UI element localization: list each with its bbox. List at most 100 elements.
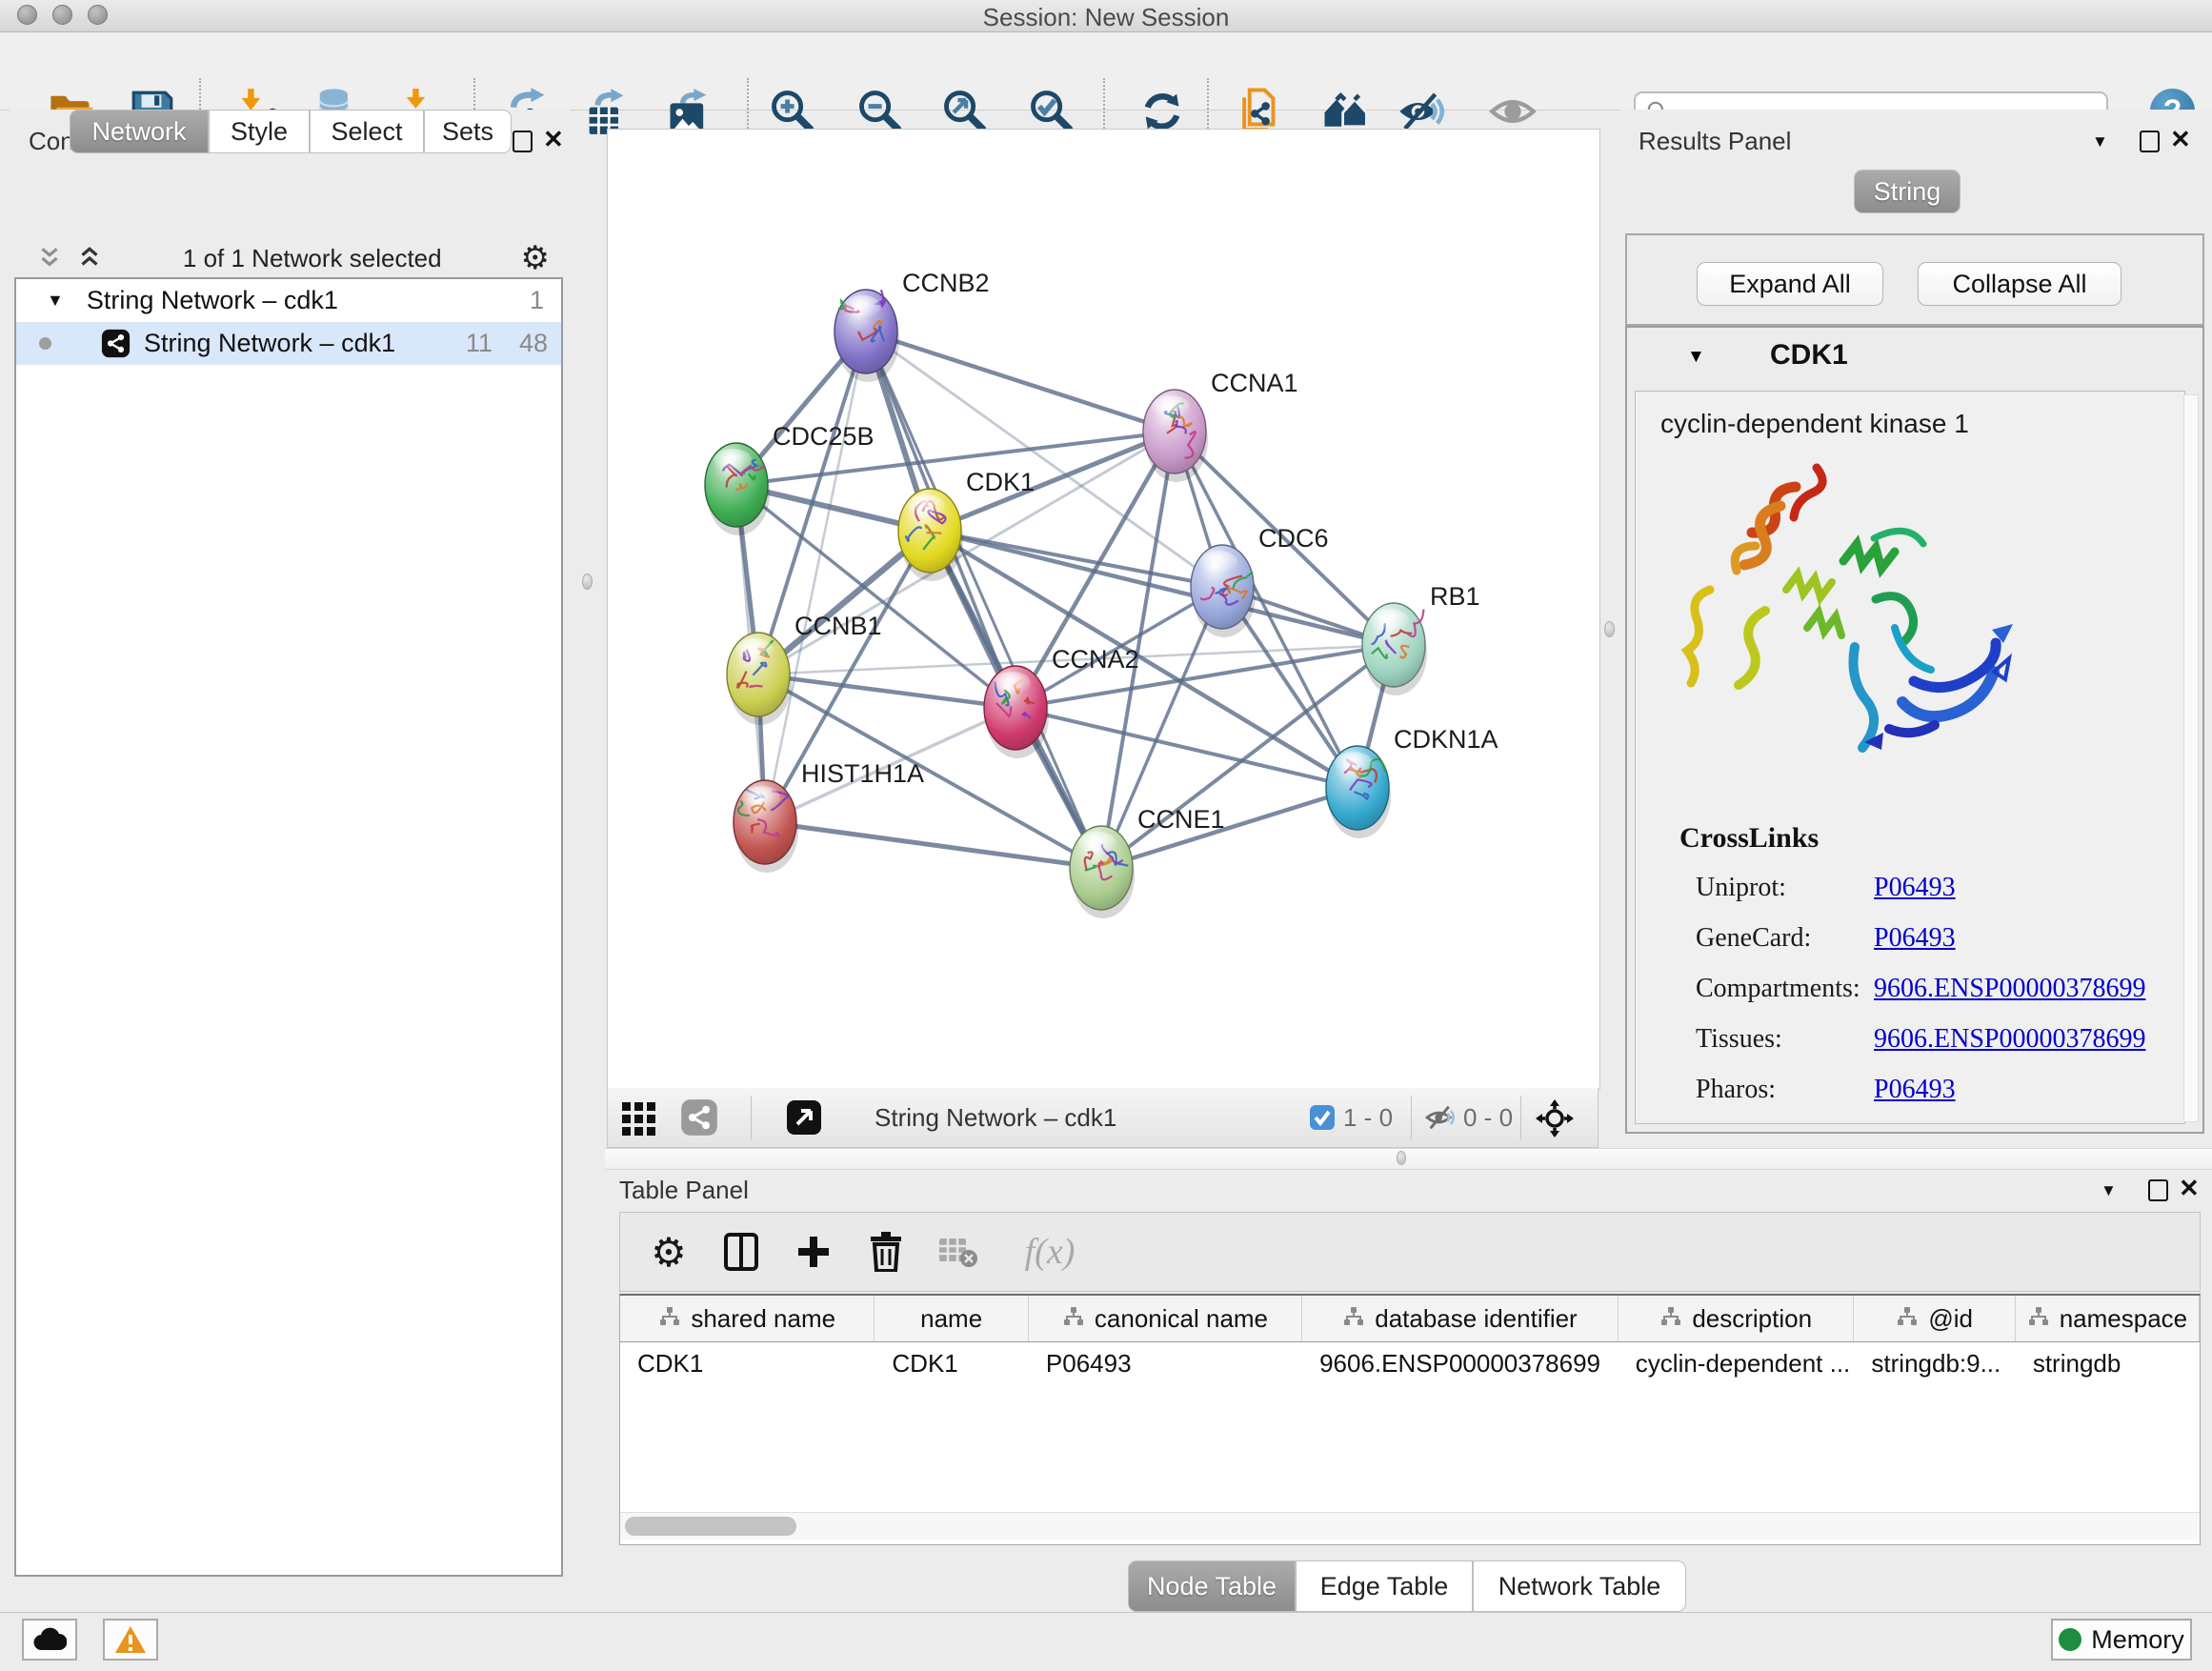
function-builder-icon: f(x) bbox=[1007, 1228, 1093, 1276]
network-graph[interactable]: CCNB2CCNA1CDC25BCDK1CDC6RB1CCNB1CCNA2CDK… bbox=[608, 130, 1599, 1089]
cloud-button[interactable] bbox=[22, 1619, 77, 1661]
collapse-protein-icon[interactable]: ▼ bbox=[1687, 347, 1705, 368]
results-scrollbar[interactable] bbox=[2183, 394, 2199, 1122]
close-panel-icon[interactable]: ✕ bbox=[543, 125, 564, 154]
network-node-cdc6[interactable] bbox=[1191, 545, 1256, 637]
network-node-ccna2[interactable] bbox=[984, 666, 1049, 758]
table-cell[interactable]: CDK1 bbox=[620, 1342, 875, 1384]
close-panel-icon[interactable]: ✕ bbox=[2170, 125, 2191, 154]
status-separator bbox=[1411, 1096, 1412, 1139]
table-cell[interactable]: stringdb bbox=[2016, 1342, 2200, 1384]
network-status-bar: String Network – cdk1 1 - 0 0 - 0 bbox=[607, 1088, 1599, 1148]
memory-status-icon bbox=[2059, 1628, 2081, 1651]
column-header-shared-name[interactable]: shared name bbox=[620, 1296, 875, 1341]
crosslink-link[interactable]: P06493 bbox=[1874, 1075, 1956, 1105]
panel-menu-icon[interactable]: ▼ bbox=[2092, 132, 2108, 151]
tab-string[interactable]: String bbox=[1854, 170, 1961, 213]
results-panel: Results Panel ▼ ✕ String Expand All Coll… bbox=[1619, 110, 2212, 1148]
tab-edge-table[interactable]: Edge Table bbox=[1296, 1560, 1473, 1612]
tab-sets[interactable]: Sets bbox=[424, 110, 512, 153]
column-header--id[interactable]: @id bbox=[1854, 1296, 2015, 1341]
gear-icon[interactable]: ⚙ bbox=[521, 239, 550, 277]
add-column-icon[interactable] bbox=[790, 1228, 837, 1276]
expand-all-icon[interactable] bbox=[75, 245, 104, 272]
float-panel-icon[interactable] bbox=[513, 131, 533, 152]
network-node-ccne1[interactable] bbox=[1070, 826, 1135, 918]
column-header-name[interactable]: name bbox=[875, 1296, 1028, 1341]
protein-name: CDK1 bbox=[1770, 339, 1848, 372]
network-canvas[interactable]: CCNB2CCNA1CDC25BCDK1CDC6RB1CCNB1CCNA2CDK… bbox=[607, 129, 1600, 1090]
column-header-description[interactable]: description bbox=[1619, 1296, 1855, 1341]
table-hscrollbar[interactable] bbox=[620, 1512, 2200, 1540]
network-status-dot bbox=[39, 337, 51, 350]
crosslink-link[interactable]: 9606.ENSP00000378699 bbox=[1874, 974, 2145, 1004]
memory-button[interactable]: Memory bbox=[2051, 1619, 2192, 1661]
table-cell[interactable]: cyclin-dependent ... bbox=[1619, 1342, 1855, 1384]
crosslinks-title: CrossLinks bbox=[1679, 822, 1819, 855]
node-label-cdk1: CDK1 bbox=[966, 468, 1035, 496]
crosslink-link[interactable]: P06493 bbox=[1874, 923, 1956, 954]
show-columns-icon[interactable] bbox=[717, 1228, 765, 1276]
column-header-canonical-name[interactable]: canonical name bbox=[1029, 1296, 1302, 1341]
table-cell[interactable]: CDK1 bbox=[875, 1342, 1029, 1384]
close-panel-icon[interactable]: ✕ bbox=[2179, 1174, 2200, 1203]
table-cell[interactable]: P06493 bbox=[1029, 1342, 1302, 1384]
collapse-row-icon[interactable]: ▼ bbox=[47, 291, 64, 311]
float-panel-icon[interactable] bbox=[2148, 1179, 2168, 1201]
node-label-hist1h1a: HIST1H1A bbox=[801, 759, 924, 788]
table-hscrollbar-thumb[interactable] bbox=[625, 1517, 796, 1536]
toolbar-separator bbox=[1207, 78, 1209, 131]
delete-column-icon[interactable] bbox=[862, 1228, 910, 1276]
results-button-box: Expand All Collapse All bbox=[1625, 233, 2204, 326]
table-row[interactable]: CDK1CDK1P064939606.ENSP00000378699cyclin… bbox=[620, 1342, 2200, 1384]
column-type-icon bbox=[2027, 1304, 2050, 1334]
collapse-all-button[interactable]: Collapse All bbox=[1918, 262, 2122, 306]
network-node-hist1h1a[interactable] bbox=[734, 780, 798, 873]
tab-node-table[interactable]: Node Table bbox=[1128, 1560, 1296, 1612]
table-gear-icon[interactable]: ⚙ bbox=[645, 1228, 693, 1276]
column-label: name bbox=[920, 1304, 982, 1334]
network-node-rb1[interactable] bbox=[1362, 603, 1427, 695]
crosslink-link[interactable]: P06493 bbox=[1874, 873, 1956, 903]
selected-checkbox-icon[interactable] bbox=[1309, 1104, 1336, 1136]
delete-table-icon bbox=[935, 1228, 982, 1276]
crosslink-link[interactable]: 9606.ENSP00000378699 bbox=[1874, 1024, 2145, 1055]
right-splitter-grip[interactable] bbox=[1604, 621, 1615, 637]
tab-select[interactable]: Select bbox=[310, 110, 424, 153]
panel-menu-icon[interactable]: ▼ bbox=[2101, 1181, 2117, 1200]
column-label: @id bbox=[1928, 1304, 1973, 1334]
table-cell[interactable]: 9606.ENSP00000378699 bbox=[1302, 1342, 1619, 1384]
table-cell[interactable]: stringdb:9... bbox=[1854, 1342, 2015, 1384]
network-row[interactable]: String Network – cdk1 11 48 bbox=[16, 322, 561, 365]
network-node-cdkn1a[interactable] bbox=[1326, 746, 1391, 838]
left-splitter-grip[interactable] bbox=[582, 574, 593, 590]
network-type-icon bbox=[101, 329, 131, 358]
collapse-all-icon[interactable] bbox=[35, 245, 64, 272]
horizontal-splitter-grip[interactable] bbox=[1397, 1151, 1406, 1165]
tab-network-table[interactable]: Network Table bbox=[1473, 1560, 1686, 1612]
float-panel-icon[interactable] bbox=[2140, 131, 2160, 152]
warning-button[interactable] bbox=[103, 1619, 158, 1661]
column-label: description bbox=[1692, 1304, 1812, 1334]
column-header-namespace[interactable]: namespace bbox=[2016, 1296, 2200, 1341]
detach-view-icon[interactable] bbox=[786, 1099, 822, 1140]
protein-result-box: ▼ CDK1 cyclin-dependent kinase 1 bbox=[1625, 326, 2204, 1134]
collection-name: String Network – cdk1 bbox=[87, 286, 338, 315]
network-node-ccnb2[interactable] bbox=[835, 290, 899, 382]
grid-view-icon[interactable] bbox=[620, 1098, 660, 1143]
network-node-cdc25b[interactable] bbox=[705, 443, 770, 535]
tab-network[interactable]: Network bbox=[70, 110, 209, 153]
expand-all-button[interactable]: Expand All bbox=[1697, 262, 1883, 306]
network-node-ccnb1[interactable] bbox=[727, 633, 792, 725]
node-table[interactable]: shared name name canonical name database id… bbox=[619, 1294, 2201, 1545]
column-header-database-identifier[interactable]: database identifier bbox=[1302, 1296, 1619, 1341]
network-collection-row[interactable]: ▼ String Network – cdk1 1 bbox=[16, 279, 561, 322]
fit-selected-icon[interactable] bbox=[1536, 1099, 1574, 1142]
column-type-icon bbox=[658, 1304, 681, 1334]
crosslink-label: Tissues: bbox=[1696, 1024, 1782, 1055]
network-share-view-icon[interactable] bbox=[680, 1098, 718, 1141]
cloud-icon bbox=[32, 1627, 67, 1652]
horizontal-splitter[interactable] bbox=[605, 1148, 2212, 1170]
tab-style[interactable]: Style bbox=[209, 110, 310, 153]
column-label: canonical name bbox=[1095, 1304, 1268, 1334]
